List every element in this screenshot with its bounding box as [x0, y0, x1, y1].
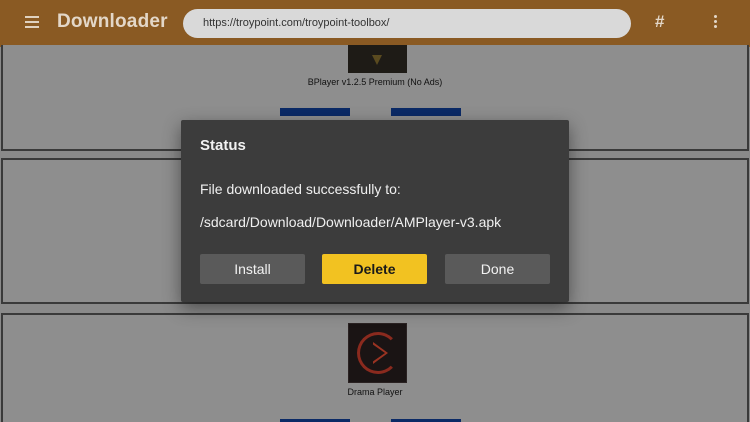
- drama-player-thumbnail: [348, 323, 407, 383]
- status-dialog: Status File downloaded successfully to: …: [181, 120, 569, 302]
- url-input[interactable]: https://troypoint.com/troypoint-toolbox/: [183, 9, 631, 38]
- app-bar: Downloader https://troypoint.com/troypoi…: [0, 0, 750, 47]
- dialog-title: Status: [200, 137, 246, 154]
- install-button[interactable]: Install: [200, 254, 305, 284]
- list-item[interactable]: Drama Player: [1, 313, 749, 422]
- hash-icon[interactable]: #: [655, 12, 664, 32]
- list-item-label: Drama Player: [347, 387, 403, 397]
- bplayer-thumbnail: [348, 45, 407, 73]
- delete-button[interactable]: Delete: [322, 254, 427, 284]
- menu-icon[interactable]: [25, 16, 39, 28]
- details-button[interactable]: [391, 108, 461, 116]
- overflow-menu-icon[interactable]: [714, 15, 718, 30]
- list-item-label: BPlayer v1.2.5 Premium (No Ads): [307, 77, 443, 87]
- download-path: /sdcard/Download/Downloader/AMPlayer-v3.…: [200, 214, 502, 230]
- dialog-message: File downloaded successfully to:: [200, 181, 401, 197]
- download-button[interactable]: [280, 108, 350, 116]
- done-button[interactable]: Done: [445, 254, 550, 284]
- app-title: Downloader: [57, 11, 168, 32]
